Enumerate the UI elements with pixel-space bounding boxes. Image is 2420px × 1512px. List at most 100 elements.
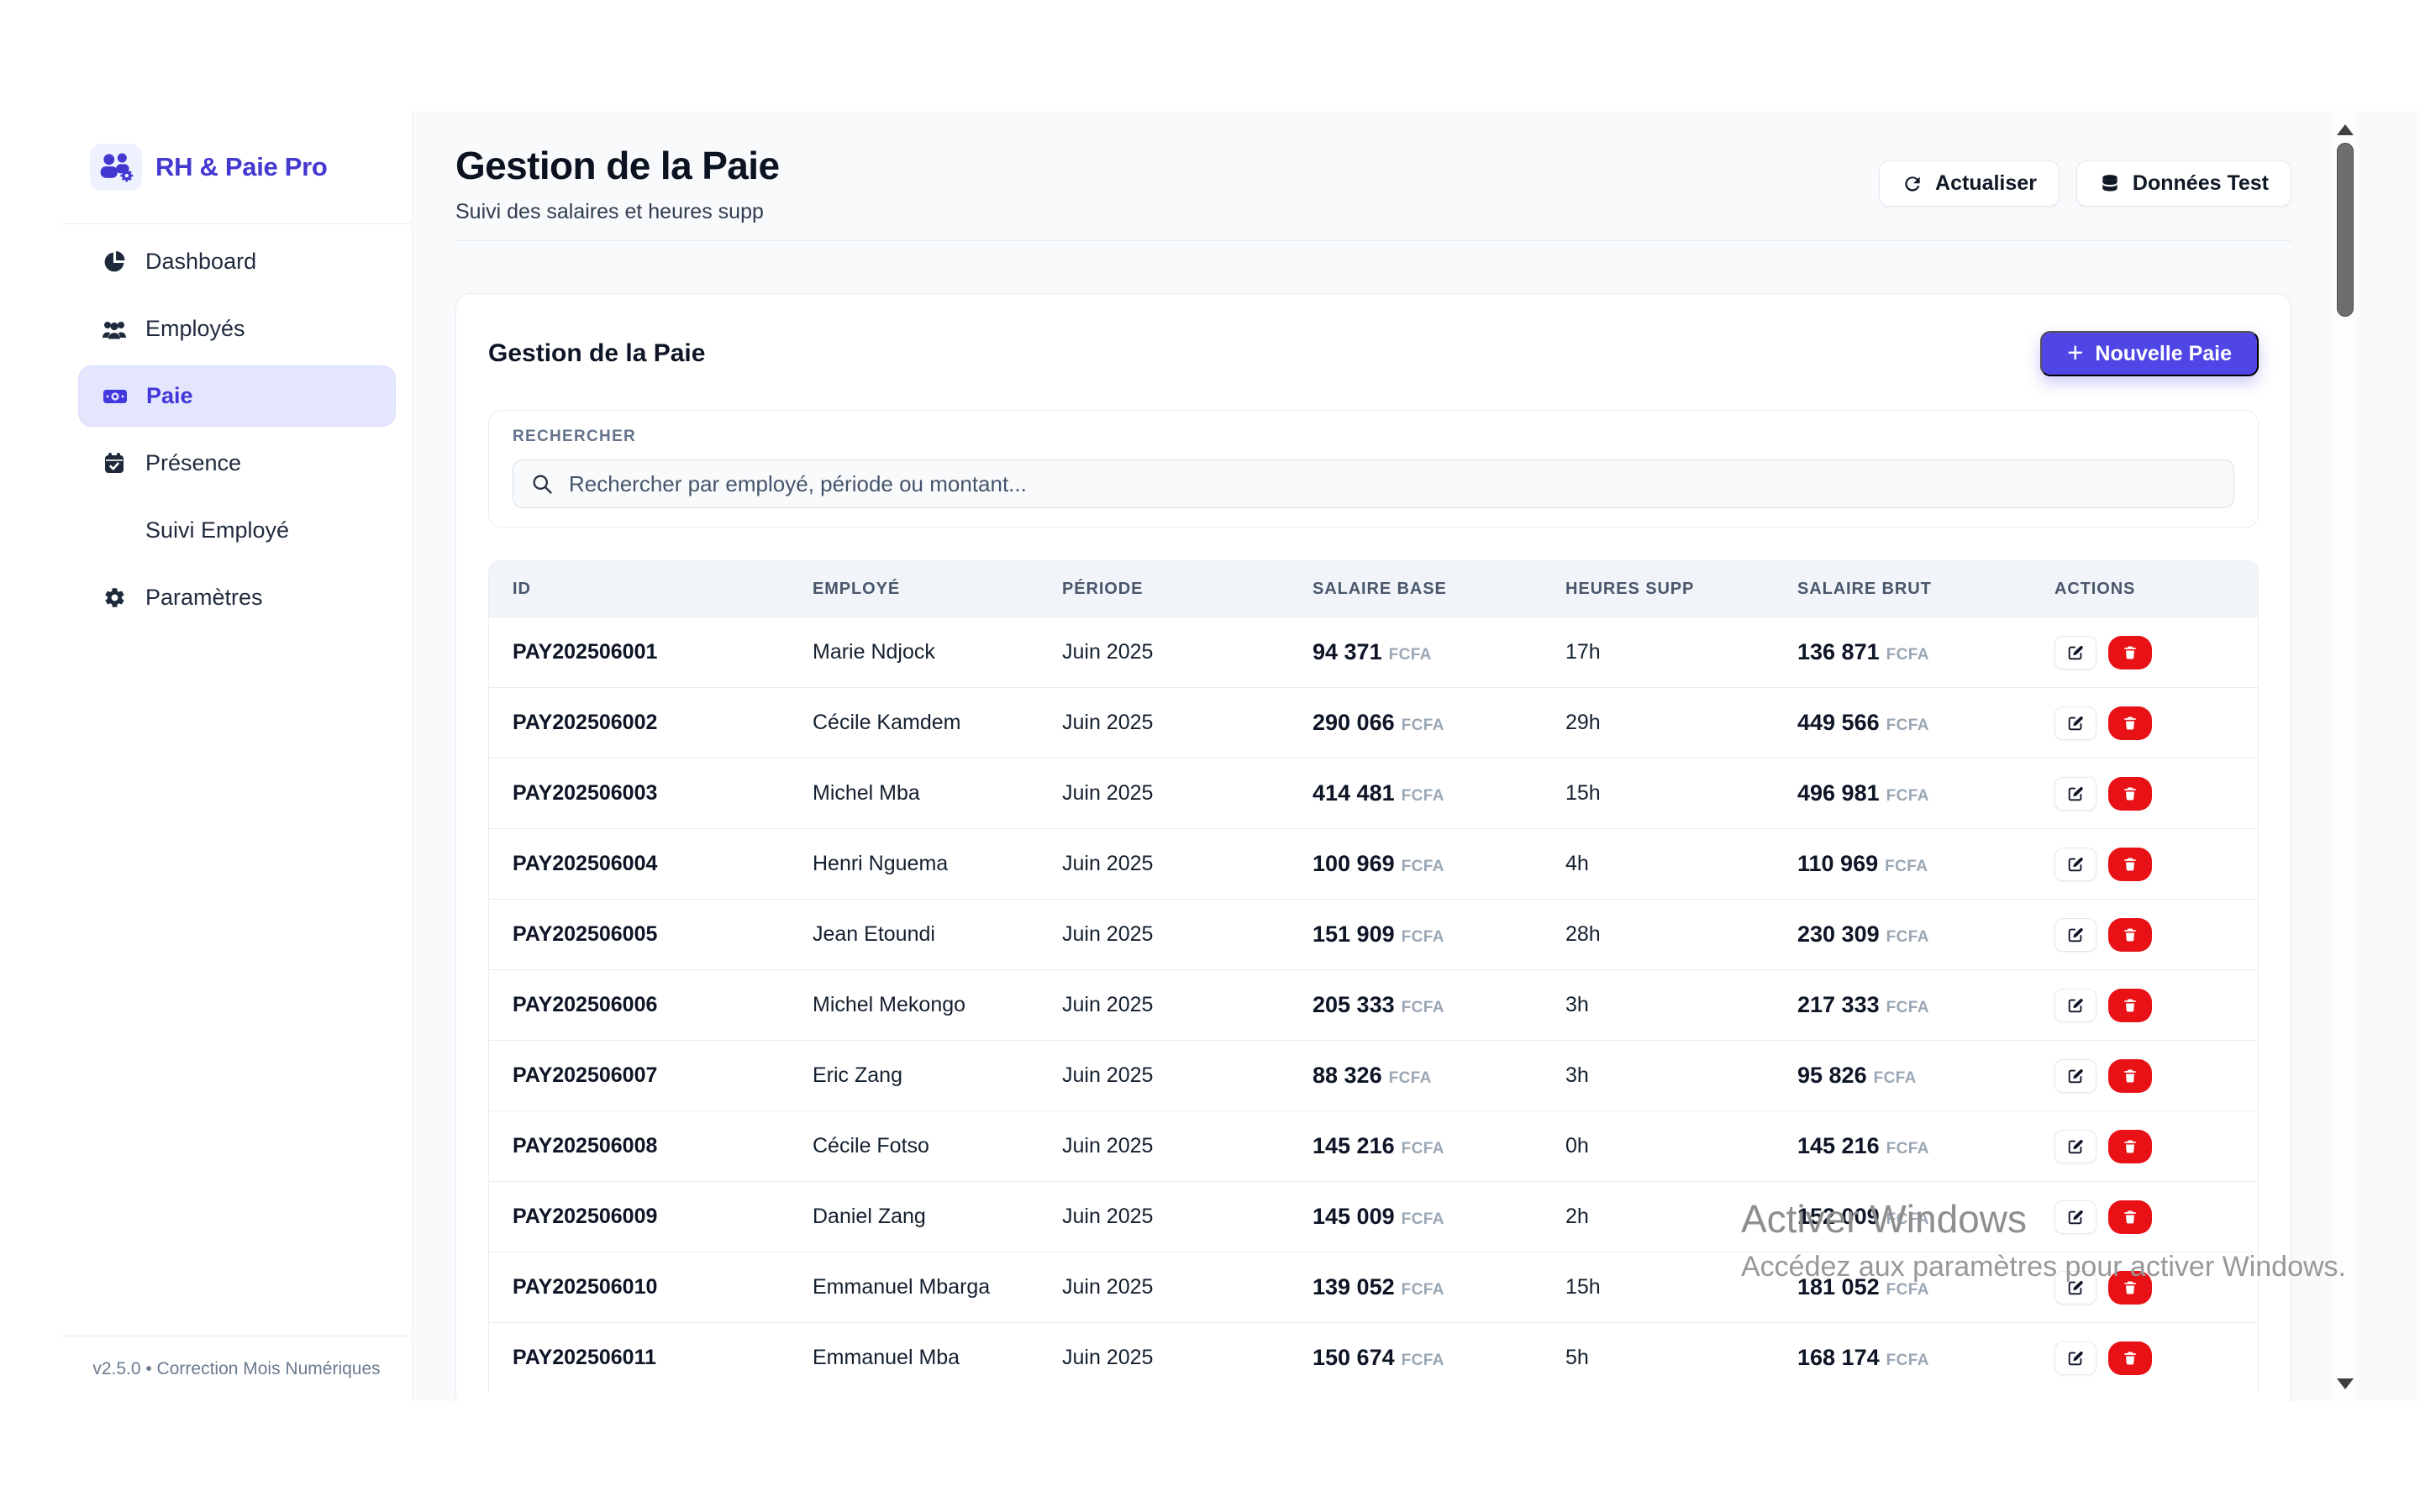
employee-cell: Marie Ndjock [813, 640, 1062, 664]
edit-button[interactable] [2054, 636, 2096, 669]
gross-salary-cell: 449 566 FCFA [1797, 710, 2054, 736]
edit-pencil-icon [2066, 855, 2085, 874]
currency-unit: FCFA [1886, 928, 1929, 947]
hr-people-gear-icon [90, 144, 142, 191]
overtime-hours-cell: 5h [1565, 1346, 1797, 1370]
main-content: Gestion de la Paie Suivi des salaires et… [413, 111, 2333, 1401]
period-cell: Juin 2025 [1062, 781, 1313, 806]
currency-unit: FCFA [1886, 646, 1929, 664]
database-icon [2099, 173, 2121, 195]
search-icon [530, 472, 554, 496]
period-cell: Juin 2025 [1062, 640, 1313, 664]
payroll-id-cell: PAY202506009 [513, 1205, 813, 1229]
delete-button[interactable] [2108, 1271, 2152, 1305]
sidebar-item-presence[interactable]: Présence [78, 433, 396, 494]
gross-salary-cell: 181 052 FCFA [1797, 1274, 2054, 1300]
edit-pencil-icon [2066, 996, 2085, 1015]
new-payroll-button[interactable]: + Nouvelle Paie [2040, 331, 2259, 376]
edit-button[interactable] [2054, 1200, 2096, 1234]
base-salary-amount: 290 066 [1313, 710, 1395, 736]
delete-button[interactable] [2108, 636, 2152, 669]
scroll-down-arrow-icon[interactable] [2337, 1378, 2354, 1389]
period-cell: Juin 2025 [1062, 1134, 1313, 1158]
delete-button[interactable] [2108, 777, 2152, 811]
currency-unit: FCFA [1402, 1210, 1444, 1229]
gross-salary-cell: 136 871 FCFA [1797, 639, 2054, 665]
scrollbar-thumb[interactable] [2337, 143, 2354, 317]
currency-unit: FCFA [1402, 717, 1444, 735]
test-data-button[interactable]: Données Test [2076, 160, 2291, 207]
currency-unit: FCFA [1885, 858, 1928, 876]
version-footer: v2.5.0 • Correction Mois Numériques [61, 1336, 412, 1401]
base-salary-cell: 88 326 FCFA [1313, 1063, 1565, 1089]
base-salary-cell: 145 216 FCFA [1313, 1133, 1565, 1159]
edit-button[interactable] [2054, 1341, 2096, 1375]
edit-button[interactable] [2054, 777, 2096, 811]
period-cell: Juin 2025 [1062, 922, 1313, 947]
table-row: PAY202506001 Marie Ndjock Juin 2025 94 3… [489, 617, 2258, 687]
sidebar-item-paie[interactable]: Paie [78, 365, 396, 427]
currency-unit: FCFA [1402, 858, 1444, 876]
payroll-id-cell: PAY202506010 [513, 1275, 813, 1299]
edit-pencil-icon [2066, 1137, 2085, 1156]
edit-button[interactable] [2054, 706, 2096, 740]
sidebar-item-label: Paie [146, 383, 193, 409]
delete-button[interactable] [2108, 1130, 2152, 1163]
page-title: Gestion de la Paie [455, 143, 779, 188]
table-row: PAY202506010 Emmanuel Mbarga Juin 2025 1… [489, 1252, 2258, 1322]
currency-unit: FCFA [1886, 1210, 1929, 1229]
delete-button[interactable] [2108, 1200, 2152, 1234]
delete-button[interactable] [2108, 1059, 2152, 1093]
sidebar-item-suivi-employe[interactable]: Suivi Employé [78, 500, 396, 561]
trash-icon [2122, 997, 2139, 1014]
overtime-hours-cell: 2h [1565, 1205, 1797, 1229]
delete-button[interactable] [2108, 918, 2152, 952]
sidebar-item-employes[interactable]: Employés [78, 298, 396, 360]
base-salary-amount: 88 326 [1313, 1063, 1382, 1089]
overtime-hours-cell: 15h [1565, 781, 1797, 806]
sidebar-nav: Dashboard Employés [61, 224, 412, 628]
payroll-id-cell: PAY202506003 [513, 781, 813, 806]
sidebar-item-dashboard[interactable]: Dashboard [78, 231, 396, 292]
edit-button[interactable] [2054, 918, 2096, 952]
delete-button[interactable] [2108, 989, 2152, 1022]
overtime-hours-cell: 0h [1565, 1134, 1797, 1158]
employee-cell: Michel Mba [813, 781, 1062, 806]
gross-salary-amount: 168 174 [1797, 1345, 1880, 1371]
trash-icon [2122, 1279, 2139, 1296]
actions-cell [2054, 848, 2234, 881]
base-salary-amount: 94 371 [1313, 639, 1382, 665]
payroll-id-cell: PAY202506006 [513, 993, 813, 1017]
base-salary-amount: 145 009 [1313, 1204, 1395, 1230]
employee-cell: Eric Zang [813, 1063, 1062, 1088]
page-header: Gestion de la Paie Suivi des salaires et… [455, 111, 2291, 241]
edit-button[interactable] [2054, 1271, 2096, 1305]
base-salary-cell: 145 009 FCFA [1313, 1204, 1565, 1230]
edit-pencil-icon [2066, 714, 2085, 732]
overtime-hours-cell: 17h [1565, 640, 1797, 664]
base-salary-amount: 139 052 [1313, 1274, 1395, 1300]
currency-unit: FCFA [1886, 1140, 1929, 1158]
table-row: PAY202506004 Henri Nguema Juin 2025 100 … [489, 828, 2258, 899]
delete-button[interactable] [2108, 1341, 2152, 1375]
edit-button[interactable] [2054, 1130, 2096, 1163]
delete-button[interactable] [2108, 706, 2152, 740]
scroll-up-arrow-icon[interactable] [2337, 124, 2354, 135]
base-salary-cell: 414 481 FCFA [1313, 780, 1565, 806]
currency-unit: FCFA [1402, 928, 1444, 947]
edit-button[interactable] [2054, 848, 2096, 881]
delete-button[interactable] [2108, 848, 2152, 881]
edit-button[interactable] [2054, 1059, 2096, 1093]
sidebar-item-parametres[interactable]: Paramètres [78, 567, 396, 628]
base-salary-cell: 139 052 FCFA [1313, 1274, 1565, 1300]
gross-salary-cell: 168 174 FCFA [1797, 1345, 2054, 1371]
gross-salary-cell: 95 826 FCFA [1797, 1063, 2054, 1089]
column-header-salaire-base: SALAIRE BASE [1313, 580, 1565, 599]
period-cell: Juin 2025 [1062, 1063, 1313, 1088]
refresh-button[interactable]: Actualiser [1879, 160, 2060, 207]
edit-button[interactable] [2054, 989, 2096, 1022]
table-row: PAY202506006 Michel Mekongo Juin 2025 20… [489, 969, 2258, 1040]
search-input[interactable] [567, 470, 2217, 498]
currency-unit: FCFA [1886, 1352, 1929, 1370]
table-row: PAY202506009 Daniel Zang Juin 2025 145 0… [489, 1181, 2258, 1252]
